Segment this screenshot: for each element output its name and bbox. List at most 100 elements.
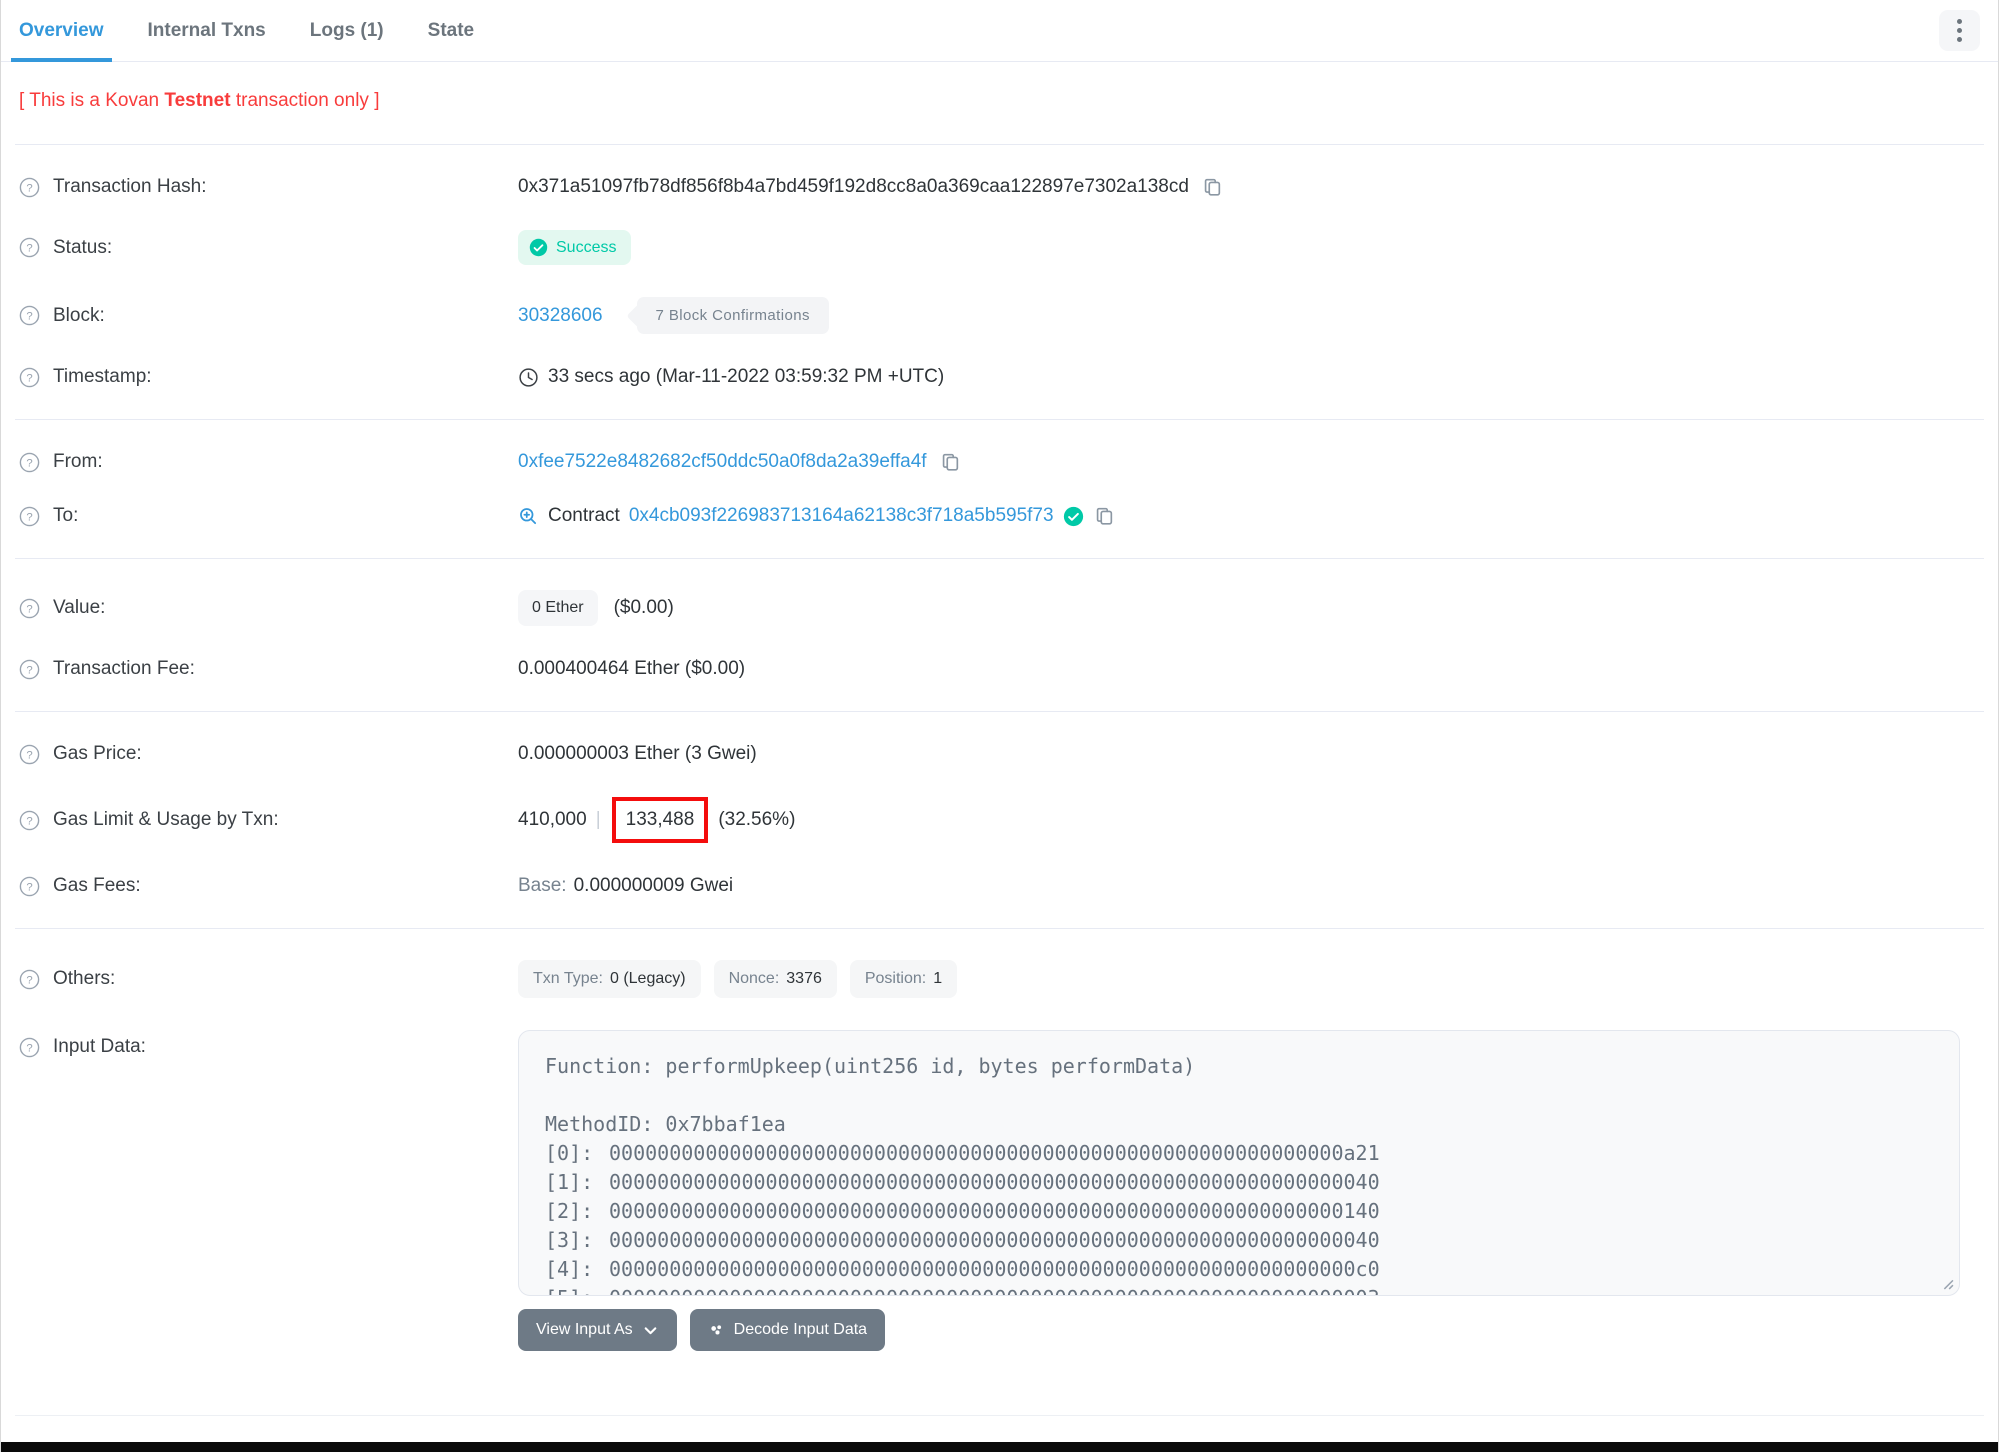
input-data-word: [1]: 000000000000000000000000000000000000… <box>545 1168 1933 1197</box>
word-index: [3]: <box>545 1228 594 1252</box>
row-gas-limit-usage: ? Gas Limit & Usage by Txn: 410,000 | 13… <box>19 781 1960 859</box>
clock-icon <box>519 367 538 387</box>
decode-input-data-label: Decode Input Data <box>733 1321 868 1338</box>
input-actions: View Input As Decode Input Data <box>518 1309 1960 1351</box>
transaction-hash-label: Transaction Hash: <box>53 176 207 197</box>
txn-type-key: Txn Type: <box>533 970 603 987</box>
txn-type-badge: Txn Type: 0 (Legacy) <box>518 960 701 998</box>
verified-check-icon <box>1063 506 1083 526</box>
row-label: ? Timestamp: <box>19 366 518 388</box>
view-input-as-button[interactable]: View Input As <box>518 1309 677 1351</box>
row-to: ? To: Contract 0x4cb093f226983713164a621… <box>19 489 1960 543</box>
tab-internal-txns[interactable]: Internal Txns <box>148 0 266 61</box>
pipe-separator: | <box>595 809 601 830</box>
status-badge: Success <box>518 230 632 265</box>
more-options-button[interactable] <box>1939 10 1980 51</box>
gas-price-value: 0.000000003 Ether (3 Gwei) <box>518 743 757 764</box>
block-number-link[interactable]: 30328606 <box>518 305 603 327</box>
help-icon[interactable]: ? <box>19 177 40 198</box>
tab-overview[interactable]: Overview <box>11 0 111 62</box>
help-icon[interactable]: ? <box>19 744 40 765</box>
svg-text:?: ? <box>26 815 32 827</box>
gas-price-label: Gas Price: <box>53 743 142 764</box>
help-icon[interactable]: ? <box>19 452 40 473</box>
tab-logs[interactable]: Logs (1) <box>310 0 384 61</box>
position-value: 1 <box>933 970 943 987</box>
svg-text:?: ? <box>26 664 32 676</box>
input-data-word: [3]: 000000000000000000000000000000000000… <box>545 1226 1933 1255</box>
svg-text:?: ? <box>26 974 32 986</box>
from-address-link[interactable]: 0xfee7522e8482682cf50ddc50a0f8da2a39effa… <box>518 451 927 473</box>
copy-icon[interactable] <box>1201 176 1223 198</box>
gas-fees-label: Gas Fees: <box>53 875 141 896</box>
chevron-down-icon <box>644 1326 656 1334</box>
card-bottom-divider <box>15 1415 1984 1416</box>
word-value: 0000000000000000000000000000000000000000… <box>609 1286 1380 1295</box>
svg-text:?: ? <box>26 457 32 469</box>
help-icon[interactable]: ? <box>19 305 40 326</box>
help-icon[interactable]: ? <box>19 598 40 619</box>
copy-icon[interactable] <box>1093 505 1115 527</box>
svg-text:?: ? <box>26 372 32 384</box>
row-label: ? Value: <box>19 597 518 619</box>
svg-text:?: ? <box>26 310 32 322</box>
help-icon[interactable]: ? <box>19 659 40 680</box>
row-label: ? To: <box>19 505 518 527</box>
gas-limit-label: Gas Limit & Usage by Txn: <box>53 809 279 830</box>
row-transaction-fee: ? Transaction Fee: 0.000400464 Ether ($0… <box>19 642 1960 696</box>
view-input-as-label: View Input As <box>536 1321 633 1338</box>
timestamp-label: Timestamp: <box>53 366 152 387</box>
transaction-fee-value: 0.000400464 Ether ($0.00) <box>518 658 746 679</box>
copy-icon[interactable] <box>939 451 961 473</box>
svg-text:?: ? <box>26 881 32 893</box>
input-methodid-line: MethodID: 0x7bbaf1ea <box>545 1112 786 1136</box>
gas-used-percent: (32.56%) <box>718 809 796 830</box>
tab-state[interactable]: State <box>428 0 474 61</box>
testnet-notice: [ This is a Kovan Testnet transaction on… <box>1 62 1998 144</box>
input-data-word: [5]:000000000000000000000000000000000000… <box>545 1284 1933 1295</box>
notice-bold: Testnet <box>164 90 231 111</box>
svg-text:?: ? <box>26 242 32 254</box>
help-icon[interactable]: ? <box>19 1037 40 1058</box>
row-label: ? Gas Fees: <box>19 875 518 897</box>
help-icon[interactable]: ? <box>19 876 40 897</box>
svg-text:?: ? <box>26 182 32 194</box>
nonce-badge: Nonce: 3376 <box>713 960 837 998</box>
to-contract-prefix: Contract <box>548 505 620 526</box>
row-transaction-hash: ? Transaction Hash: 0x371a51097fb78df856… <box>19 160 1960 214</box>
notice-suffix: transaction only ] <box>230 90 380 111</box>
value-label: Value: <box>53 597 106 618</box>
magnifier-plus-icon[interactable] <box>518 506 539 527</box>
row-from: ? From: 0xfee7522e8482682cf50ddc50a0f8da… <box>19 435 1960 489</box>
svg-text:?: ? <box>26 1042 32 1054</box>
word-index: [0]: <box>545 1141 594 1165</box>
help-icon[interactable]: ? <box>19 969 40 990</box>
ether-value-badge: 0 Ether <box>518 590 598 626</box>
block-confirmations-badge: 7 Block Confirmations <box>636 297 829 334</box>
position-badge: Position: 1 <box>849 960 958 998</box>
row-label: ? Input Data: <box>19 1030 518 1058</box>
svg-text:?: ? <box>26 511 32 523</box>
row-label: ? From: <box>19 451 518 473</box>
timestamp-value: 33 secs ago (Mar-11-2022 03:59:32 PM +UT… <box>548 366 945 387</box>
input-function-line: Function: performUpkeep(uint256 id, byte… <box>545 1054 1196 1078</box>
row-label: ? Status: <box>19 237 518 259</box>
to-address-link[interactable]: 0x4cb093f226983713164a62138c3f718a5b595f… <box>629 505 1054 527</box>
from-label: From: <box>53 451 103 472</box>
transaction-details-page: Overview Internal Txns Logs (1) State [ … <box>0 0 1999 1452</box>
decode-input-data-button[interactable]: Decode Input Data <box>689 1309 886 1351</box>
check-circle-icon <box>529 238 548 257</box>
input-data-textarea[interactable]: Function: performUpkeep(uint256 id, byte… <box>518 1030 1960 1296</box>
status-badge-text: Success <box>556 238 617 256</box>
word-index: [5]: <box>545 1284 609 1295</box>
transaction-fee-label: Transaction Fee: <box>53 658 195 679</box>
help-icon[interactable]: ? <box>19 237 40 258</box>
help-icon[interactable]: ? <box>19 810 40 831</box>
to-label: To: <box>53 505 79 526</box>
resize-handle[interactable] <box>1939 1275 1954 1290</box>
help-icon[interactable]: ? <box>19 506 40 527</box>
word-index: [2]: <box>545 1199 594 1223</box>
help-icon[interactable]: ? <box>19 367 40 388</box>
input-data-word: [4]: 000000000000000000000000000000000000… <box>545 1255 1933 1284</box>
window-bottom-bar <box>1 1442 1998 1452</box>
